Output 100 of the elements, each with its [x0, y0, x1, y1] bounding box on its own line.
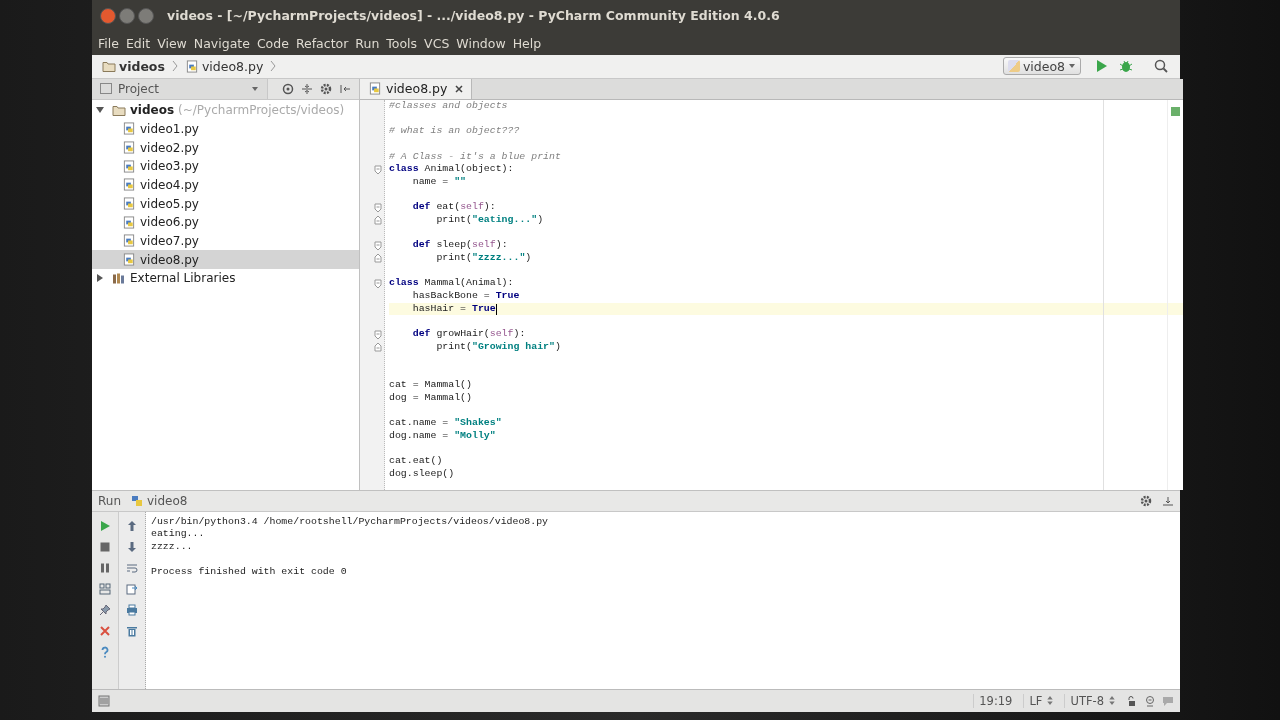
tree-item[interactable]: video5.py: [92, 194, 359, 213]
print-icon[interactable]: [126, 603, 138, 616]
menu-item[interactable]: Window: [456, 35, 512, 51]
breadcrumb[interactable]: video8.py: [201, 58, 264, 74]
target-icon[interactable]: [282, 82, 294, 95]
help-icon[interactable]: [99, 645, 111, 658]
down-arrow-icon[interactable]: [126, 540, 138, 553]
python-file-icon: [368, 82, 382, 96]
fold-icon[interactable]: [374, 278, 382, 289]
fold-icon[interactable]: [374, 215, 382, 226]
run-tab[interactable]: video8: [147, 493, 188, 508]
settings-icon[interactable]: [1140, 494, 1152, 507]
close-icon[interactable]: [455, 84, 464, 93]
chevron-icon: [171, 60, 178, 73]
chevron-icon: [270, 60, 277, 73]
hide-panel-icon[interactable]: [1162, 494, 1174, 507]
caret-icon: [1068, 63, 1076, 70]
fold-icon[interactable]: [374, 202, 382, 213]
pause-icon[interactable]: [99, 561, 111, 574]
code-line: cat.eat(): [389, 455, 443, 468]
stop-icon[interactable]: [99, 540, 111, 553]
python-file-icon: [131, 494, 143, 507]
console-line: zzzz...: [151, 540, 194, 554]
tree-item[interactable]: video1.py: [92, 119, 359, 139]
menu-item[interactable]: View: [157, 35, 193, 51]
tree-item[interactable]: video6.py: [92, 212, 359, 232]
panel-toggle-icon[interactable]: [98, 695, 110, 708]
fold-icon[interactable]: [374, 164, 382, 175]
encoding-selector[interactable]: UTF-8: [1064, 694, 1120, 709]
code-line: print("zzzz..."): [435, 252, 532, 265]
tree-item[interactable]: video2.py: [92, 138, 359, 157]
folder-icon: [102, 59, 116, 73]
console-line: Process finished with exit code 0: [151, 566, 348, 579]
menu-item[interactable]: VCS: [424, 35, 456, 51]
tree-item[interactable]: video4.py: [92, 175, 359, 195]
expanded-arrow-icon[interactable]: [96, 106, 104, 115]
menu-item[interactable]: Edit: [125, 35, 157, 51]
line-separator-selector[interactable]: LF: [1023, 694, 1059, 709]
minimize-button[interactable]: [119, 7, 135, 24]
caret-position[interactable]: 19:19: [973, 694, 1018, 709]
up-arrow-icon[interactable]: [126, 519, 138, 532]
tree-item[interactable]: video8.py: [92, 250, 359, 269]
code-line: print("eating..."): [435, 213, 544, 227]
editor-tab[interactable]: video8.py: [360, 78, 473, 99]
bug-icon[interactable]: [1119, 59, 1133, 74]
run-icon[interactable]: [1094, 59, 1108, 74]
menu-item[interactable]: Code: [256, 35, 295, 51]
close-button[interactable]: [100, 7, 116, 24]
tree-item[interactable]: External Libraries: [92, 268, 359, 288]
fold-icon[interactable]: [374, 342, 382, 353]
console-line: /usr/bin/python3.4 /home/rootshell/PycharmProjects/videos/video8.py: [151, 515, 550, 529]
breadcrumb[interactable]: videos: [119, 58, 165, 74]
folder-icon: [112, 103, 126, 117]
python-file-icon: [122, 215, 136, 229]
code-line: class Animal(object):: [389, 163, 514, 176]
collapsed-arrow-icon[interactable]: [96, 274, 104, 283]
python-file-icon: [122, 234, 136, 248]
fold-icon[interactable]: [374, 329, 382, 340]
python-file-icon: [122, 141, 136, 154]
library-icon: [112, 271, 126, 285]
export-icon[interactable]: [126, 582, 138, 595]
layout-icon[interactable]: [99, 582, 111, 595]
run-configuration-dropdown[interactable]: video8: [1002, 57, 1081, 76]
code-line: dog.sleep(): [389, 467, 455, 481]
event-log-icon[interactable]: [1162, 695, 1174, 708]
tree-item[interactable]: video3.py: [92, 156, 359, 176]
up-down-arrows-icon: [1047, 696, 1054, 706]
code-line: cat = Mammal(): [389, 378, 472, 392]
lock-icon[interactable]: [1126, 695, 1138, 708]
python-file-icon: [122, 178, 136, 192]
collapse-icon[interactable]: [301, 82, 313, 95]
wrap-icon[interactable]: [126, 561, 138, 574]
menu-item[interactable]: Help: [512, 35, 548, 51]
code-line: dog.name = "Molly": [389, 429, 496, 443]
python-file-icon: [122, 197, 136, 211]
project-view-dropdown[interactable]: Project: [92, 78, 268, 99]
code-line: def sleep(self):: [411, 239, 508, 253]
up-down-arrows-icon: [1109, 696, 1115, 706]
run-icon[interactable]: [99, 519, 111, 532]
menu-item[interactable]: Run: [355, 35, 386, 51]
hide-panel-icon[interactable]: [339, 82, 351, 95]
tree-item[interactable]: videos (~/PycharmProjects/videos): [92, 100, 359, 120]
maximize-button[interactable]: [138, 7, 154, 24]
inspector-icon[interactable]: [1144, 695, 1156, 708]
fold-icon[interactable]: [374, 253, 382, 264]
menu-item[interactable]: File: [98, 35, 125, 51]
menu-item[interactable]: Tools: [386, 35, 424, 51]
code-line: #classes and objects: [389, 99, 508, 113]
menu-item[interactable]: Refactor: [295, 35, 355, 51]
trash-icon[interactable]: [126, 624, 138, 637]
search-icon[interactable]: [1154, 59, 1168, 74]
fold-icon[interactable]: [374, 240, 382, 251]
code-line: def eat(self):: [411, 201, 496, 214]
settings-icon[interactable]: [320, 82, 332, 95]
code-line: # A Class - it's a blue print: [389, 150, 561, 164]
tree-item[interactable]: video7.py: [92, 231, 359, 251]
menu-item[interactable]: Navigate: [193, 35, 256, 51]
status-indicator-icon: [1171, 106, 1180, 116]
console-line: eating...: [151, 528, 206, 541]
pin-icon[interactable]: [99, 603, 111, 616]
